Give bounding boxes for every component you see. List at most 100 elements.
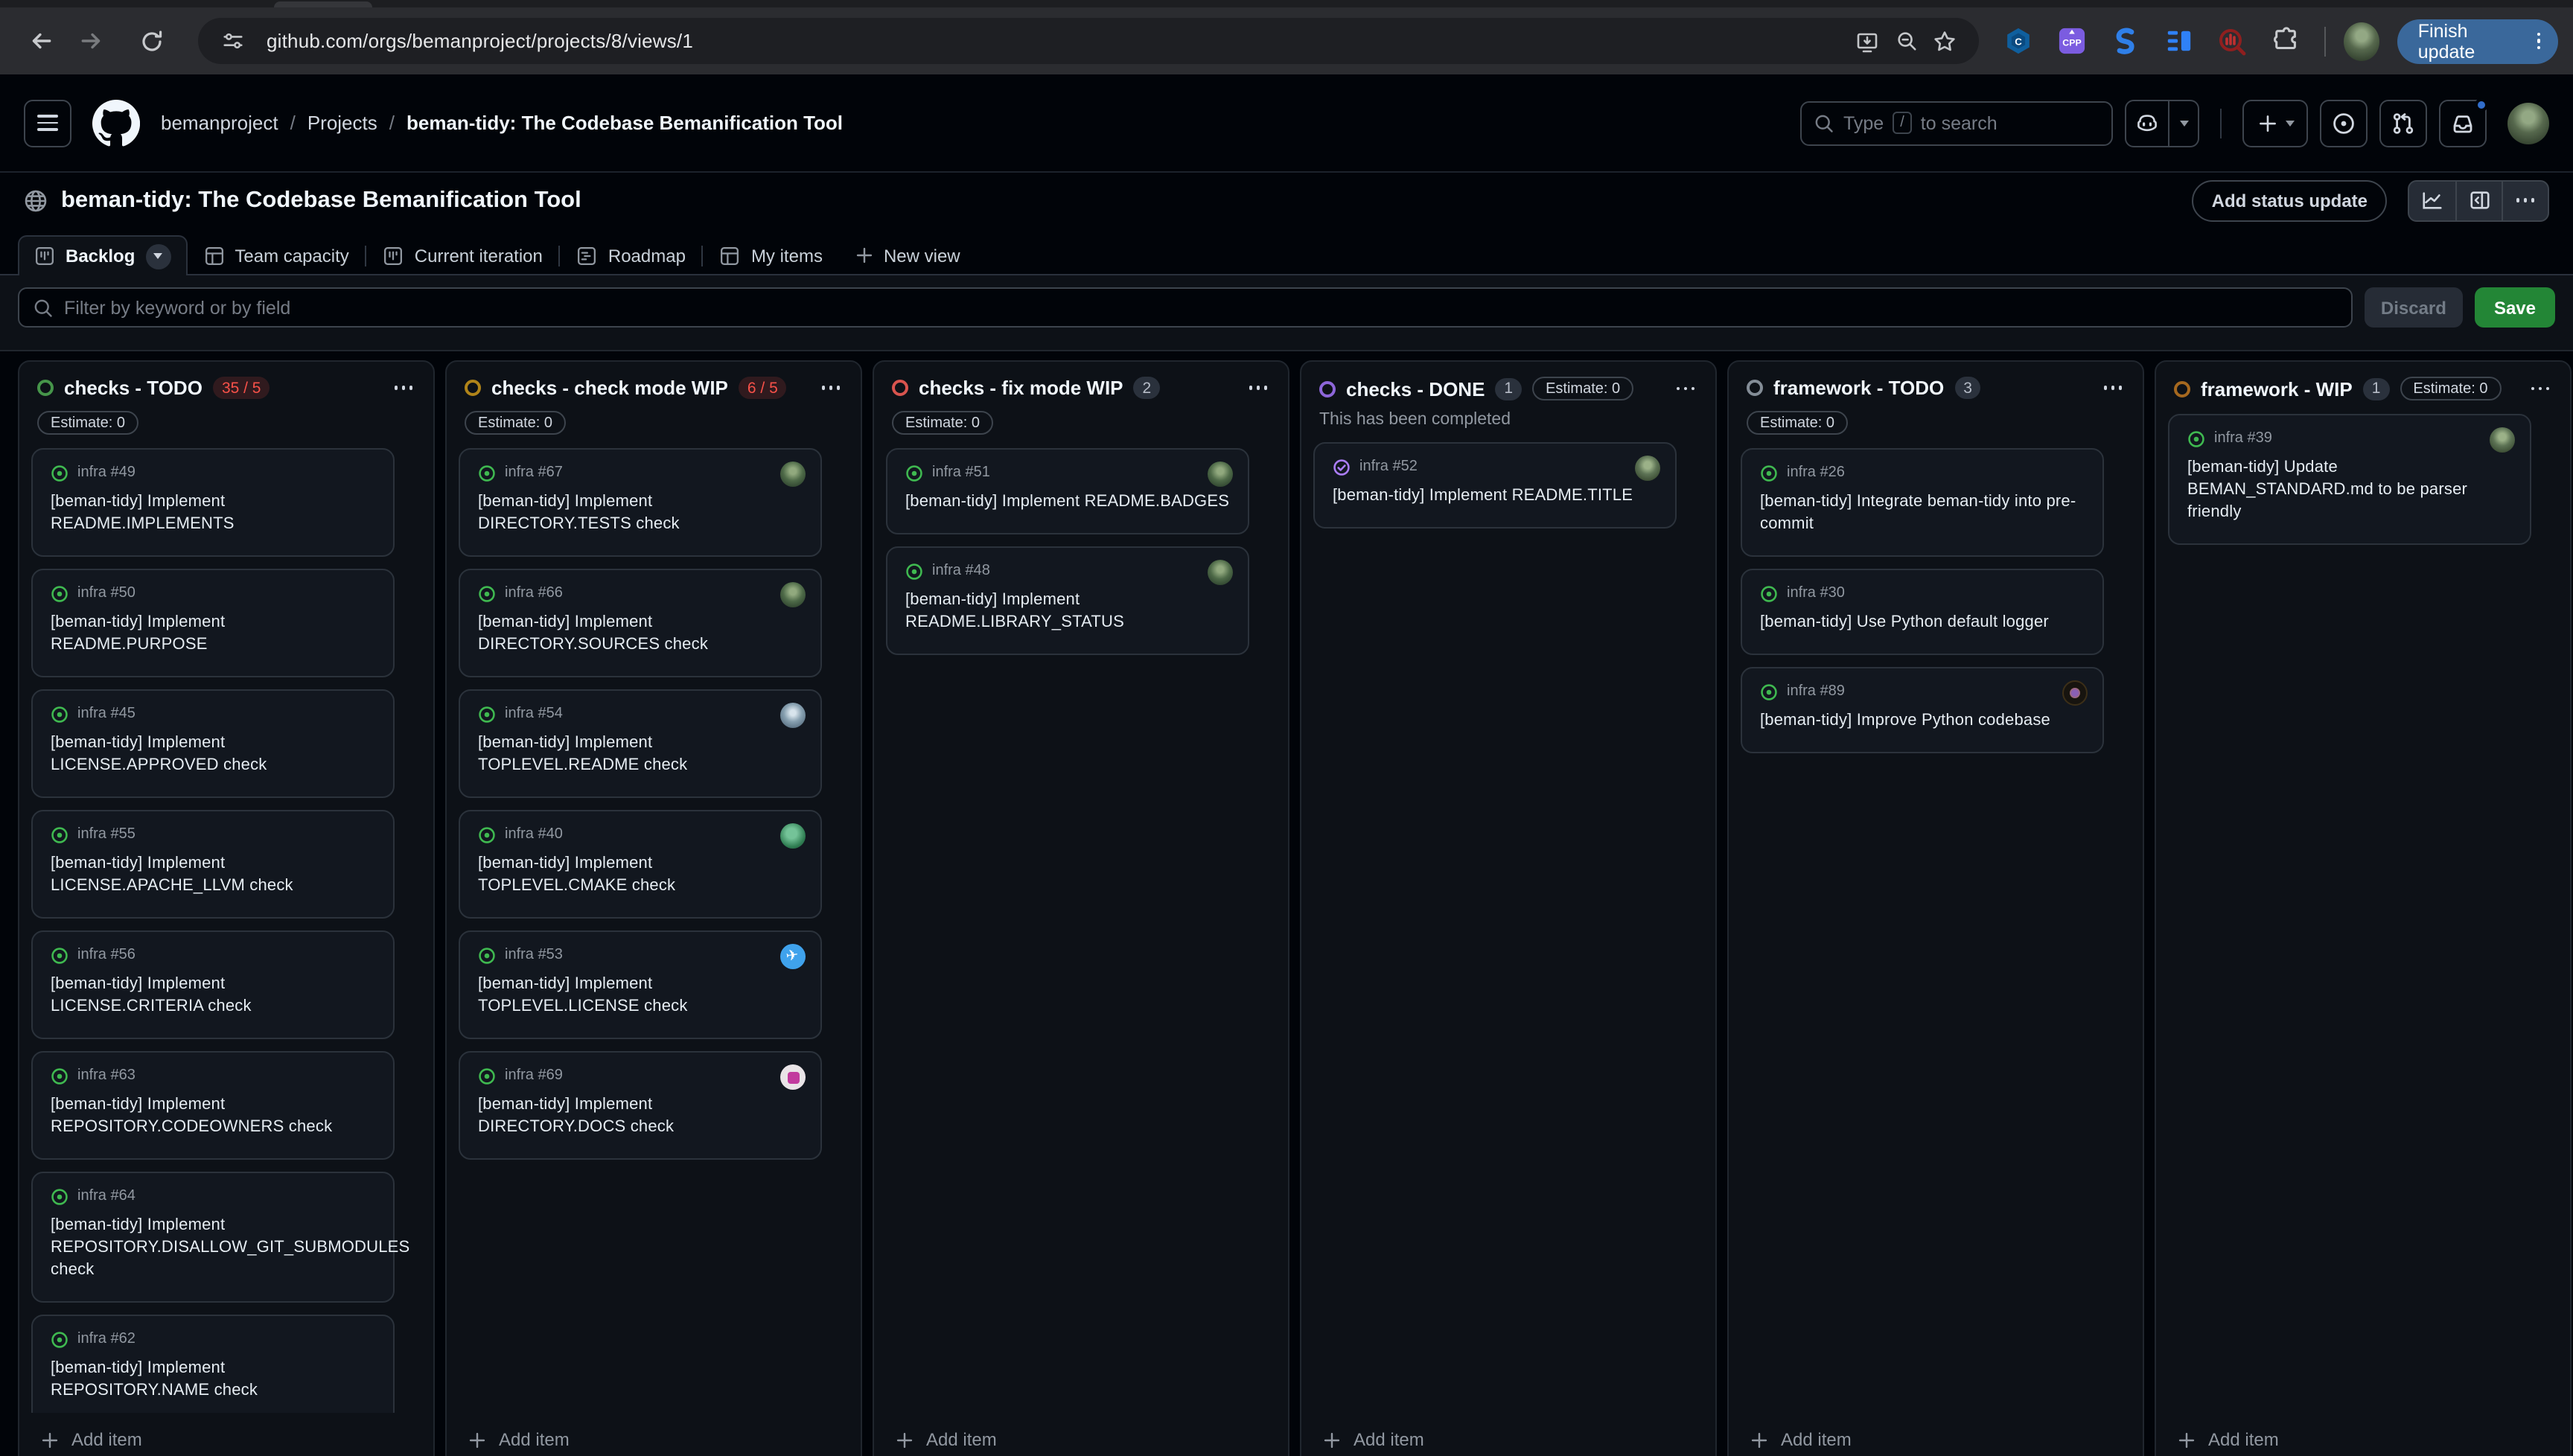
reload-icon[interactable] (131, 20, 173, 62)
global-search-input[interactable]: Type / to search (1800, 100, 2113, 145)
card-assignee-avatar[interactable] (1208, 462, 1233, 487)
card-assignee-avatar[interactable] (1208, 560, 1233, 585)
column-menu-button[interactable] (2528, 384, 2552, 394)
card-assignee-avatar[interactable] (780, 703, 806, 728)
add-item-button[interactable]: Add item (447, 1413, 861, 1456)
ext-s-blue-icon[interactable] (2110, 26, 2140, 56)
issue-open-icon (905, 464, 923, 482)
pull-requests-button[interactable] (2379, 99, 2427, 147)
add-status-update-button[interactable]: Add status update (2193, 179, 2387, 221)
column-menu-button[interactable] (818, 383, 843, 393)
add-item-button[interactable]: Add item (1301, 1413, 1715, 1456)
card-assignee-avatar[interactable] (2490, 427, 2515, 453)
card-infra-56[interactable]: infra #56[beman-tidy] Implement LICENSE.… (31, 930, 395, 1039)
card-infra-64[interactable]: infra #64[beman-tidy] Implement REPOSITO… (31, 1172, 395, 1303)
save-button[interactable]: Save (2475, 287, 2555, 328)
column-menu-button[interactable] (2100, 383, 2125, 393)
card-assignee-avatar[interactable] (780, 944, 806, 969)
card-id: infra #55 (77, 826, 135, 843)
browser-tab[interactable] (274, 1, 372, 7)
view-tab-my-items[interactable]: My items (704, 235, 839, 275)
back-icon[interactable] (19, 20, 61, 62)
breadcrumb-projects[interactable]: Projects (307, 112, 377, 134)
view-icon (203, 245, 224, 266)
card-infra-30[interactable]: infra #30[beman-tidy] Use Python default… (1741, 569, 2104, 655)
add-item-button[interactable]: Add item (1729, 1413, 2143, 1456)
column-menu-button[interactable] (1246, 383, 1270, 393)
card-infra-67[interactable]: infra #67[beman-tidy] Implement DIRECTOR… (459, 448, 822, 557)
card-id: infra #53 (505, 947, 563, 963)
card-assignee-avatar[interactable] (2062, 680, 2088, 706)
card-infra-26[interactable]: infra #26[beman-tidy] Integrate beman-ti… (1741, 448, 2104, 557)
column-menu-button[interactable] (1673, 384, 1697, 394)
card-infra-50[interactable]: infra #50[beman-tidy] Implement README.P… (31, 569, 395, 677)
issues-button[interactable] (2320, 99, 2368, 147)
card-infra-62[interactable]: infra #62[beman-tidy] Implement REPOSITO… (31, 1315, 395, 1413)
card-assignee-avatar[interactable] (1635, 456, 1660, 481)
view-tab-current-iteration[interactable]: Current iteration (367, 235, 559, 275)
card-infra-53[interactable]: infra #53[beman-tidy] Implement TOPLEVEL… (459, 930, 822, 1039)
add-item-button[interactable]: Add item (2156, 1413, 2570, 1456)
breadcrumb-separator: / (389, 112, 395, 134)
card-title: [beman-tidy] Implement DIRECTORY.SOURCES… (478, 612, 803, 657)
card-infra-69[interactable]: infra #69[beman-tidy] Implement DIRECTOR… (459, 1051, 822, 1160)
view-tab-backlog[interactable]: Backlog (18, 235, 187, 275)
add-item-button[interactable]: Add item (874, 1413, 1288, 1456)
new-view-label: New view (884, 245, 960, 266)
site-settings-icon[interactable] (213, 22, 252, 60)
project-menu-button[interactable] (2502, 181, 2548, 220)
column-menu-button[interactable] (391, 383, 415, 393)
card-infra-89[interactable]: infra #89[beman-tidy] Improve Python cod… (1741, 667, 2104, 753)
view-tab-roadmap[interactable]: Roadmap (561, 235, 702, 275)
card-infra-40[interactable]: infra #40[beman-tidy] Implement TOPLEVEL… (459, 810, 822, 919)
github-logo-icon[interactable] (92, 99, 140, 147)
card-assignee-avatar[interactable] (780, 462, 806, 487)
finish-update-button[interactable]: Finish update (2397, 19, 2558, 63)
insights-button[interactable] (2409, 181, 2455, 220)
forward-icon[interactable] (70, 20, 112, 62)
discard-button[interactable]: Discard (2365, 287, 2463, 328)
copilot-dropdown[interactable] (2169, 99, 2199, 147)
view-options-button[interactable] (145, 243, 170, 269)
card-infra-63[interactable]: infra #63[beman-tidy] Implement REPOSITO… (31, 1051, 395, 1160)
add-item-button[interactable]: Add item (19, 1413, 433, 1456)
card-infra-49[interactable]: infra #49[beman-tidy] Implement README.I… (31, 448, 395, 557)
view-tab-team-capacity[interactable]: Team capacity (187, 235, 365, 275)
extensions-puzzle-icon[interactable] (2271, 26, 2301, 56)
inbox-button[interactable] (2439, 99, 2487, 147)
global-nav-menu-button[interactable] (24, 99, 71, 147)
create-new-button[interactable] (2242, 99, 2308, 147)
install-icon[interactable] (1848, 22, 1887, 60)
url-text: github.com/orgs/bemanproject/projects/8/… (267, 30, 1848, 52)
card-assignee-avatar[interactable] (780, 823, 806, 849)
ext-lines-blue-icon[interactable] (2164, 26, 2193, 56)
breadcrumb-org[interactable]: bemanproject (161, 112, 278, 134)
kebab-icon (2516, 199, 2535, 202)
address-bar[interactable]: github.com/orgs/bemanproject/projects/8/… (198, 18, 1979, 64)
card-infra-48[interactable]: infra #48[beman-tidy] Implement README.L… (886, 546, 1249, 655)
browser-profile-avatar[interactable] (2344, 22, 2379, 60)
copilot-icon[interactable] (2125, 99, 2169, 147)
card-assignee-avatar[interactable] (780, 582, 806, 607)
view-tab-label: My items (751, 245, 823, 266)
card-infra-66[interactable]: infra #66[beman-tidy] Implement DIRECTOR… (459, 569, 822, 677)
card-infra-55[interactable]: infra #55[beman-tidy] Implement LICENSE.… (31, 810, 395, 919)
new-view-button[interactable]: New view (839, 235, 977, 275)
card-infra-51[interactable]: infra #51[beman-tidy] Implement README.B… (886, 448, 1249, 534)
bookmark-star-icon[interactable] (1925, 22, 1964, 60)
card-infra-54[interactable]: infra #54[beman-tidy] Implement TOPLEVEL… (459, 689, 822, 798)
copilot-button[interactable] (2125, 99, 2199, 147)
card-infra-52[interactable]: infra #52[beman-tidy] Implement README.T… (1313, 442, 1677, 529)
browser-menu-icon[interactable] (2528, 33, 2549, 50)
ext-chart-red-icon[interactable] (2217, 26, 2247, 56)
ext-cpp-hex-icon[interactable]: C (2003, 26, 2032, 56)
card-infra-39[interactable]: infra #39[beman-tidy] Update BEMAN_STAND… (2168, 414, 2531, 545)
card-infra-45[interactable]: infra #45[beman-tidy] Implement LICENSE.… (31, 689, 395, 798)
breadcrumb-current[interactable]: beman-tidy: The Codebase Bemanification … (406, 112, 843, 134)
card-assignee-avatar[interactable] (780, 1064, 806, 1090)
zoom-icon[interactable] (1887, 22, 1925, 60)
side-panel-button[interactable] (2455, 181, 2502, 220)
ext-cpp-purple-icon[interactable]: CPP (2056, 26, 2086, 56)
user-avatar[interactable] (2507, 102, 2549, 144)
filter-input[interactable]: Filter by keyword or by field (18, 287, 2353, 328)
